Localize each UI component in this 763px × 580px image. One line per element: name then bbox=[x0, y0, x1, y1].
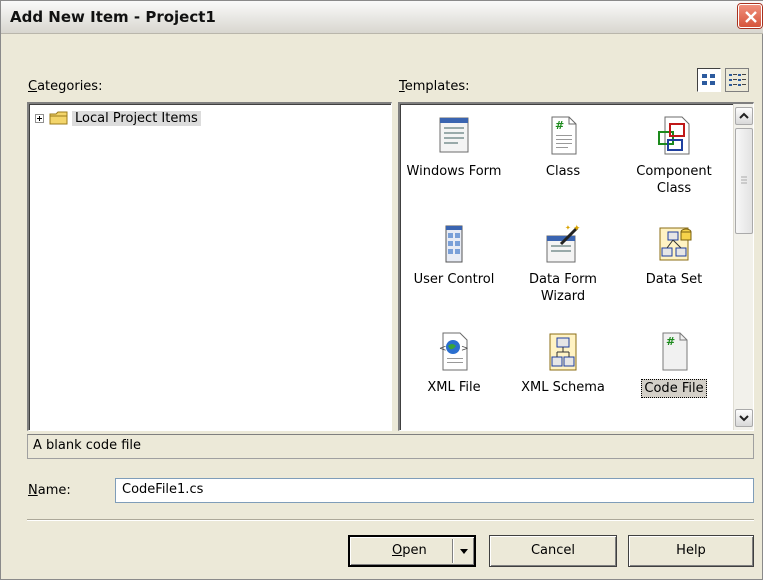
tree-item-local-project-items[interactable]: Local Project Items bbox=[35, 108, 201, 128]
scroll-up-button[interactable] bbox=[735, 107, 753, 125]
data-set-icon bbox=[659, 227, 692, 261]
template-code-file[interactable]: # Code File bbox=[619, 330, 729, 398]
close-icon bbox=[745, 11, 757, 23]
svg-text:#: # bbox=[666, 335, 675, 348]
list-view-icon bbox=[729, 74, 746, 86]
window-title: Add New Item - Project1 bbox=[10, 8, 216, 26]
template-label: User Control bbox=[413, 272, 495, 287]
templates-list[interactable]: Windows Form # Class Component Class Use… bbox=[398, 102, 754, 431]
template-label: Code File bbox=[641, 379, 707, 398]
add-new-item-dialog: Add New Item - Project1 Categories: Temp… bbox=[0, 0, 763, 580]
open-button[interactable]: Open bbox=[348, 535, 476, 567]
template-description: A blank code file bbox=[27, 434, 754, 459]
chevron-down-icon bbox=[739, 415, 749, 422]
categories-label: Categories: bbox=[28, 79, 103, 94]
help-button[interactable]: Help bbox=[628, 535, 754, 567]
divider bbox=[27, 519, 754, 521]
template-data-form-wizard[interactable]: ✦ ✦ Data Form Wizard bbox=[508, 222, 618, 305]
large-icons-view-button[interactable] bbox=[697, 68, 721, 92]
templates-label: Templates: bbox=[399, 79, 470, 94]
class-file-icon: # bbox=[551, 116, 577, 155]
svg-text:#: # bbox=[555, 119, 564, 132]
open-dropdown-arrow[interactable] bbox=[452, 539, 474, 563]
template-label: Class bbox=[545, 164, 581, 179]
name-label: Name: bbox=[28, 483, 71, 498]
grip-icon bbox=[741, 176, 747, 184]
title-bar[interactable]: Add New Item - Project1 bbox=[1, 1, 763, 34]
template-label: XML Schema bbox=[521, 380, 605, 395]
list-view-button[interactable] bbox=[725, 68, 749, 92]
scroll-down-button[interactable] bbox=[735, 409, 753, 427]
template-label: Data Set bbox=[645, 272, 703, 287]
data-form-wizard-icon: ✦ ✦ bbox=[546, 224, 581, 263]
code-file-icon: # bbox=[662, 332, 688, 371]
chevron-up-icon bbox=[739, 112, 749, 119]
cancel-button[interactable]: Cancel bbox=[489, 535, 617, 567]
template-windows-form[interactable]: Windows Form bbox=[399, 114, 509, 180]
template-xml-schema[interactable]: XML Schema bbox=[508, 330, 618, 396]
template-label: Data Form Wizard bbox=[529, 272, 597, 304]
user-control-icon bbox=[445, 225, 463, 263]
tree-item-label: Local Project Items bbox=[72, 110, 201, 126]
template-class[interactable]: # Class bbox=[508, 114, 618, 180]
template-component-class[interactable]: Component Class bbox=[619, 114, 729, 197]
template-xml-file[interactable]: < > XML File bbox=[399, 330, 509, 396]
name-input[interactable]: CodeFile1.cs bbox=[115, 478, 754, 503]
close-button[interactable] bbox=[738, 4, 762, 28]
template-data-set[interactable]: Data Set bbox=[619, 222, 729, 288]
template-label: XML File bbox=[427, 380, 481, 395]
templates-scrollbar[interactable] bbox=[733, 104, 753, 430]
folder-icon bbox=[49, 111, 68, 125]
template-user-control[interactable]: User Control bbox=[399, 222, 509, 288]
xml-schema-icon bbox=[549, 333, 577, 371]
svg-text:✦: ✦ bbox=[565, 224, 571, 232]
expand-icon[interactable] bbox=[35, 113, 44, 123]
xml-file-icon: < > bbox=[439, 332, 469, 371]
component-class-icon bbox=[658, 116, 690, 155]
template-label: Windows Form bbox=[406, 164, 502, 179]
svg-text:✦: ✦ bbox=[573, 224, 581, 234]
large-icons-view-icon bbox=[702, 74, 715, 85]
categories-tree[interactable]: Local Project Items bbox=[27, 102, 392, 431]
svg-text:>: > bbox=[461, 344, 469, 354]
windows-form-icon bbox=[439, 117, 469, 153]
scroll-thumb[interactable] bbox=[735, 128, 753, 234]
template-label: Component Class bbox=[636, 164, 712, 196]
svg-text:<: < bbox=[439, 344, 447, 354]
